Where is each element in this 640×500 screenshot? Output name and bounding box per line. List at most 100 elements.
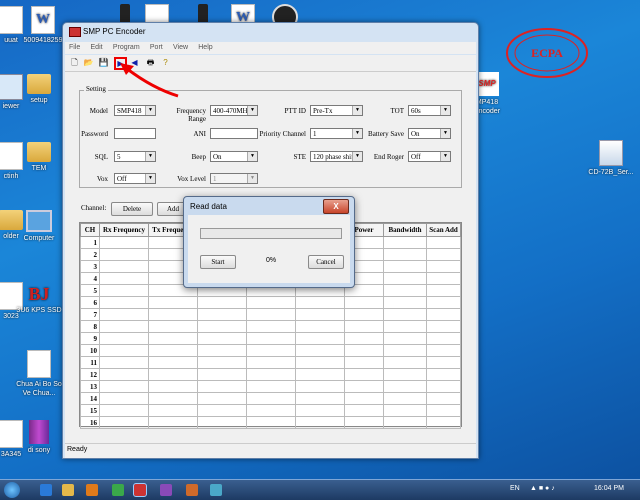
new-icon[interactable]: 🗋: [69, 57, 80, 68]
ani-input[interactable]: [210, 128, 258, 139]
save-icon[interactable]: 💾: [98, 57, 109, 68]
channel-cell[interactable]: [295, 392, 345, 405]
channel-cell[interactable]: [383, 260, 427, 273]
taskbar-ie-icon[interactable]: [40, 484, 52, 496]
priority-channel-select[interactable]: 1 ▼: [310, 128, 363, 139]
channel-cell[interactable]: [295, 368, 345, 381]
channel-cell[interactable]: [295, 404, 345, 417]
channel-cell[interactable]: [426, 356, 461, 369]
desktop-icon-word[interactable]: W 5009418259: [18, 6, 68, 45]
dialog-close-button[interactable]: X: [323, 199, 349, 214]
channel-cell[interactable]: [295, 320, 345, 333]
menu-edit[interactable]: Edit: [91, 44, 103, 51]
start-button[interactable]: [4, 482, 20, 498]
desktop-icon-disony[interactable]: di sony: [14, 420, 64, 455]
channel-cell[interactable]: [99, 272, 149, 285]
channel-row[interactable]: 14: [80, 392, 461, 405]
channel-cell[interactable]: [426, 284, 461, 297]
channel-cell[interactable]: [99, 380, 149, 393]
taskbar-encoder-icon[interactable]: [133, 483, 147, 497]
channel-cell[interactable]: [197, 416, 247, 429]
taskbar-chrome-icon[interactable]: [112, 484, 124, 496]
channel-cell[interactable]: [426, 296, 461, 309]
channel-cell[interactable]: [426, 368, 461, 381]
taskbar-app1-icon[interactable]: [160, 484, 172, 496]
desktop-icon-tem[interactable]: TEM: [14, 142, 64, 173]
channel-cell[interactable]: [383, 332, 427, 345]
channel-cell[interactable]: [99, 404, 149, 417]
menu-program[interactable]: Program: [113, 44, 140, 51]
start-button[interactable]: Start: [200, 255, 236, 269]
channel-cell[interactable]: [246, 296, 296, 309]
channel-cell[interactable]: [148, 332, 198, 345]
channel-cell[interactable]: [197, 356, 247, 369]
channel-cell[interactable]: [426, 416, 461, 429]
channel-cell[interactable]: [344, 320, 384, 333]
channel-cell[interactable]: [295, 380, 345, 393]
channel-cell[interactable]: [344, 344, 384, 357]
channel-cell[interactable]: [344, 404, 384, 417]
channel-cell[interactable]: [295, 344, 345, 357]
channel-row[interactable]: 8: [80, 320, 461, 333]
channel-cell[interactable]: [246, 368, 296, 381]
channel-cell[interactable]: [426, 308, 461, 321]
channel-cell[interactable]: [426, 380, 461, 393]
channel-cell[interactable]: [383, 320, 427, 333]
channel-cell[interactable]: [197, 344, 247, 357]
channel-cell[interactable]: [197, 320, 247, 333]
menu-view[interactable]: View: [173, 44, 188, 51]
channel-cell[interactable]: [148, 416, 198, 429]
channel-cell[interactable]: [383, 284, 427, 297]
tot-select[interactable]: 60s ▼: [408, 105, 451, 116]
frequency-range-select[interactable]: 400-470MHz ▼: [210, 105, 258, 116]
channel-cell[interactable]: [426, 392, 461, 405]
channel-row[interactable]: 11: [80, 356, 461, 369]
taskbar-explorer-icon[interactable]: [62, 484, 74, 496]
desktop-icon-computer[interactable]: Computer: [14, 210, 64, 243]
channel-cell[interactable]: [383, 392, 427, 405]
channel-cell[interactable]: [426, 272, 461, 285]
channel-cell[interactable]: [426, 404, 461, 417]
channel-cell[interactable]: [246, 344, 296, 357]
channel-cell[interactable]: [344, 416, 384, 429]
channel-cell[interactable]: [197, 296, 247, 309]
channel-cell[interactable]: [246, 320, 296, 333]
channel-row[interactable]: 13: [80, 380, 461, 393]
channel-cell[interactable]: [344, 356, 384, 369]
cancel-button[interactable]: Cancel: [308, 255, 344, 269]
channel-cell[interactable]: [99, 308, 149, 321]
channel-cell[interactable]: [148, 308, 198, 321]
channel-cell[interactable]: [295, 296, 345, 309]
channel-cell[interactable]: [383, 248, 427, 261]
channel-cell[interactable]: [426, 260, 461, 273]
channel-cell[interactable]: [246, 392, 296, 405]
channel-cell[interactable]: [426, 332, 461, 345]
channel-cell[interactable]: [383, 404, 427, 417]
channel-cell[interactable]: [99, 392, 149, 405]
channel-cell[interactable]: [148, 380, 198, 393]
menu-help[interactable]: Help: [198, 44, 212, 51]
channel-cell[interactable]: [197, 404, 247, 417]
taskbar-app3-icon[interactable]: [210, 484, 222, 496]
channel-cell[interactable]: [197, 392, 247, 405]
channel-cell[interactable]: [246, 404, 296, 417]
delete-button[interactable]: Delete: [111, 202, 153, 216]
menu-file[interactable]: File: [69, 44, 80, 51]
channel-cell[interactable]: [383, 368, 427, 381]
channel-cell[interactable]: [383, 380, 427, 393]
channel-cell[interactable]: [246, 308, 296, 321]
channel-cell[interactable]: [148, 320, 198, 333]
channel-cell[interactable]: [99, 248, 149, 261]
channel-cell[interactable]: [99, 344, 149, 357]
channel-cell[interactable]: [246, 416, 296, 429]
channel-cell[interactable]: [344, 332, 384, 345]
channel-cell[interactable]: [148, 392, 198, 405]
channel-cell[interactable]: [99, 320, 149, 333]
taskbar-app2-icon[interactable]: [186, 484, 198, 496]
channel-cell[interactable]: [99, 260, 149, 273]
open-icon[interactable]: 📂: [83, 57, 94, 68]
vox-select[interactable]: Off ▼: [114, 173, 156, 184]
channel-cell[interactable]: [383, 344, 427, 357]
channel-cell[interactable]: [148, 404, 198, 417]
menu-port[interactable]: Port: [150, 44, 163, 51]
